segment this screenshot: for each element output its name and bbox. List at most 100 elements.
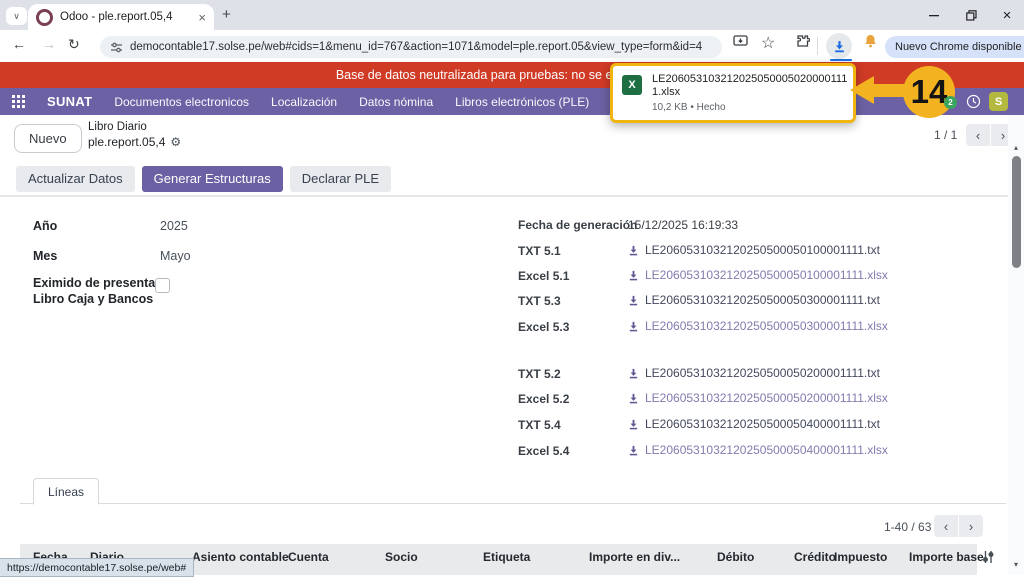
download-icon: [629, 321, 638, 331]
column-socio[interactable]: Socio: [385, 550, 418, 564]
new-record-button[interactable]: Nuevo: [14, 124, 82, 153]
downloads-button[interactable]: [826, 33, 852, 59]
list-pager-text: 1-40 / 63: [884, 520, 932, 534]
download-icon: [629, 368, 638, 378]
file-download-link[interactable]: LE2060531032120250500050300001111.txt: [628, 293, 880, 307]
download-icon: [629, 419, 638, 429]
file-download-link[interactable]: LE2060531032120250500050100001111.xlsx: [628, 268, 888, 282]
file-label: Excel 5.1: [518, 269, 570, 283]
browser-tab[interactable]: Odoo - ple.report.05,4 ×: [28, 4, 214, 30]
column-cuenta[interactable]: Cuenta: [288, 550, 329, 564]
download-progress-bar: [830, 58, 852, 61]
menu-localizacion[interactable]: Localización: [271, 95, 337, 109]
list-pager: ‹ ›: [934, 515, 983, 537]
tab-title: Odoo - ple.report.05,4: [60, 11, 173, 23]
generar-estructuras-button[interactable]: Generar Estructuras: [141, 165, 283, 192]
file-download-link[interactable]: LE2060531032120250500050400001111.txt: [628, 417, 880, 431]
generar-estructuras-label: Generar Estructuras: [153, 171, 271, 186]
chrome-update-button[interactable]: Nuevo Chrome disponible ⋮: [885, 36, 1024, 58]
site-settings-icon[interactable]: [110, 41, 123, 54]
bookmark-star-icon[interactable]: ☆: [761, 33, 775, 53]
breadcrumb-current: ple.report.05,4: [88, 135, 166, 149]
form-action-bar: Actualizar Datos Generar Estructuras Dec…: [0, 162, 1024, 196]
window-restore-button[interactable]: [954, 0, 988, 30]
download-notification-popup[interactable]: X LE2060531032120250500050200001111.xlsx…: [610, 63, 856, 123]
exempt-label-line1: Eximido de presenta: [33, 276, 156, 290]
file-name: LE2060531032120250500050400001111.xlsx: [645, 443, 888, 457]
declarar-ple-button[interactable]: Declarar PLE: [289, 165, 392, 192]
annotation-arrow-icon: [850, 76, 907, 104]
file-download-link[interactable]: LE2060531032120250500050300001111.xlsx: [628, 319, 888, 333]
file-download-link[interactable]: LE2060531032120250500050400001111.xlsx: [628, 443, 888, 457]
user-avatar[interactable]: S: [989, 92, 1008, 111]
menu-libros-ple[interactable]: Libros electrónicos (PLE): [455, 95, 589, 109]
url-text[interactable]: democontable17.solse.pe/web#cids=1&menu_…: [130, 41, 702, 53]
download-icon: [629, 245, 638, 255]
actualizar-datos-button[interactable]: Actualizar Datos: [16, 165, 135, 192]
tab-lineas-label: Líneas: [48, 484, 85, 499]
file-name: LE2060531032120250500050200001111.txt: [645, 366, 880, 380]
optional-columns-icon[interactable]: [981, 550, 995, 564]
downloaded-file-name: LE2060531032120250500050200001111.xlsx: [652, 73, 848, 98]
excel-file-icon: X: [622, 75, 642, 95]
year-label: Año: [33, 219, 58, 233]
column-importe-base[interactable]: Importe base: [909, 550, 984, 564]
file-name: LE2060531032120250500050200001111.xlsx: [645, 391, 888, 405]
notebook-divider: [20, 503, 1006, 504]
tab-close-icon[interactable]: ×: [198, 10, 206, 25]
file-label: Excel 5.2: [518, 392, 570, 406]
column-asiento-contable[interactable]: Asiento contable: [192, 550, 289, 564]
file-download-link[interactable]: LE2060531032120250500050100001111.txt: [628, 243, 880, 257]
exempt-checkbox[interactable]: [155, 278, 170, 293]
notification-bell-icon[interactable]: [864, 34, 877, 48]
year-field[interactable]: 2025: [160, 219, 188, 233]
install-page-icon[interactable]: [733, 34, 748, 48]
address-bar[interactable]: democontable17.solse.pe/web#cids=1&menu_…: [100, 36, 722, 58]
file-label: TXT 5.3: [518, 294, 561, 308]
scroll-down-icon[interactable]: ▾: [1010, 560, 1022, 569]
pager-previous-button[interactable]: ‹: [966, 124, 990, 146]
menu-datos-nomina[interactable]: Datos nómina: [359, 95, 433, 109]
download-icon: [629, 393, 638, 403]
file-name: LE2060531032120250500050100001111.xlsx: [645, 268, 888, 282]
status-bar-link: https://democontable17.solse.pe/web#: [0, 558, 195, 577]
forward-button[interactable]: →: [42, 36, 56, 52]
reload-button[interactable]: ↻: [68, 36, 80, 53]
actions-gear-icon[interactable]: ⚙: [170, 135, 181, 149]
back-button[interactable]: ←: [12, 36, 26, 52]
file-label: TXT 5.1: [518, 244, 561, 258]
column-debito[interactable]: Débito: [717, 550, 754, 564]
breadcrumb: ple.report.05,4 ⚙: [88, 135, 181, 149]
extensions-icon[interactable]: [796, 34, 810, 48]
file-download-link[interactable]: LE2060531032120250500050200001111.xlsx: [628, 391, 888, 405]
sheet-divider: [0, 196, 1024, 197]
scrollbar-thumb[interactable]: [1012, 156, 1021, 268]
scroll-up-icon[interactable]: ▴: [1010, 143, 1022, 152]
menu-documentos-electronicos[interactable]: Documentos electronicos: [114, 95, 249, 109]
list-pager-previous-button[interactable]: ‹: [934, 515, 958, 537]
file-name: LE2060531032120250500050300001111.txt: [645, 293, 880, 307]
month-field[interactable]: Mayo: [160, 249, 191, 263]
column-importe-divisa[interactable]: Importe en div...: [589, 550, 680, 564]
list-pager-next-button[interactable]: ›: [959, 515, 983, 537]
app-brand[interactable]: SUNAT: [47, 94, 92, 109]
apps-grid-icon[interactable]: [12, 95, 25, 108]
activities-clock-icon[interactable]: [966, 94, 981, 109]
file-label: Excel 5.3: [518, 320, 570, 334]
window-close-button[interactable]: ×: [990, 0, 1024, 30]
column-impuesto[interactable]: Impuesto: [834, 550, 887, 564]
column-credito[interactable]: Crédito: [794, 550, 836, 564]
tab-lineas[interactable]: Líneas: [33, 478, 100, 505]
new-tab-button[interactable]: +: [222, 6, 231, 23]
window-minimize-button[interactable]: [917, 0, 951, 30]
odoo-favicon-icon: [36, 8, 53, 26]
file-download-link[interactable]: LE2060531032120250500050200001111.txt: [628, 366, 880, 380]
tab-search-icon[interactable]: ∨: [6, 7, 27, 25]
generation-date-label: Fecha de generación: [518, 218, 638, 232]
file-name: LE2060531032120250500050100001111.txt: [645, 243, 880, 257]
breadcrumb-parent[interactable]: Libro Diario: [88, 121, 147, 133]
column-etiqueta[interactable]: Etiqueta: [483, 550, 530, 564]
download-icon: [629, 270, 638, 280]
file-label: Excel 5.4: [518, 444, 570, 458]
exempt-label-line2: Libro Caja y Bancos: [33, 292, 154, 306]
